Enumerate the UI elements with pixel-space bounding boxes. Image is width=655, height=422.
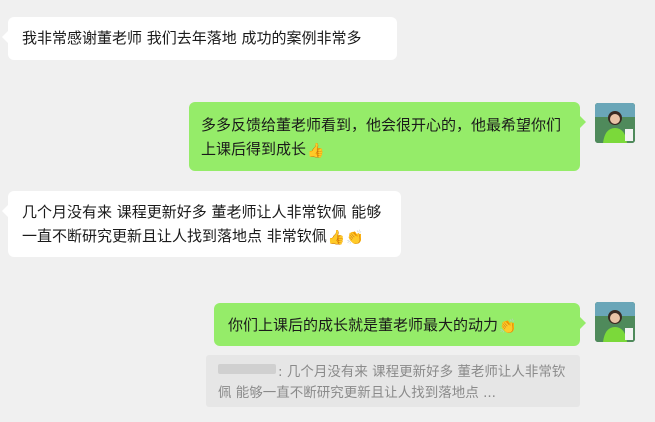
message-text: 多多反馈给董老师看到，他会很开心的，他最希望你们上课后得到成长 [201,116,562,158]
user-avatar[interactable] [595,103,635,143]
thumbs-up-icon: 👍 [327,230,346,246]
outgoing-message[interactable]: 多多反馈给董老师看到，他会很开心的，他最希望你们上课后得到成长👍 [189,102,586,171]
message-text: 我非常感谢董老师 我们去年落地 成功的案例非常多 [22,29,362,47]
user-avatar[interactable] [595,302,635,342]
thumbs-up-icon: 👍 [307,143,325,159]
clap-icon: 👏 [499,319,517,335]
outgoing-message[interactable]: 你们上课后的成长就是董老师最大的动力👏 [214,303,586,346]
incoming-message[interactable]: 几个月没有来 课程更新好多 董老师让人非常钦佩 能够一直不断研究更新且让人找到落… [2,191,401,257]
quoted-message[interactable]: : 几个月没有来 课程更新好多 董老师让人非常钦佩 能够一直不断研究更新且让人找… [206,355,580,407]
incoming-message[interactable]: 我非常感谢董老师 我们去年落地 成功的案例非常多 [2,17,397,60]
avatar-photo-icon [595,103,635,143]
quoted-sender-name-redacted [218,364,276,374]
chat-window: 我非常感谢董老师 我们去年落地 成功的案例非常多 多多反馈给董老师看到，他会很开… [0,0,655,422]
clap-icon: 👏 [346,230,364,246]
avatar-photo-icon [595,302,635,342]
message-text: 你们上课后的成长就是董老师最大的动力 [228,316,499,334]
